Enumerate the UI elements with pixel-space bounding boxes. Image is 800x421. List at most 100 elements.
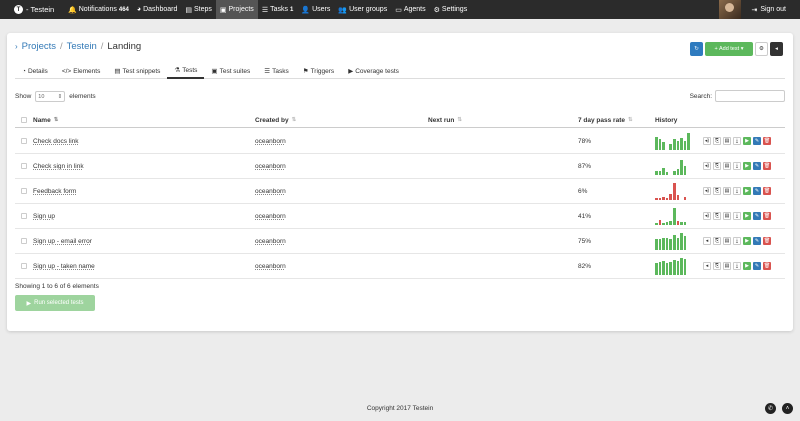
settings-button[interactable]: ⚙	[755, 42, 768, 56]
sign-out-button[interactable]: ⇥ Sign out	[741, 6, 800, 14]
add-test-button[interactable]: + Add test ▾	[705, 42, 753, 56]
test-name-link[interactable]: Check sign in link	[33, 163, 84, 170]
run-test-button[interactable]: ▶	[743, 262, 751, 270]
delete-button[interactable]: 🗑	[763, 237, 771, 245]
breadcrumb-projects[interactable]: Projects	[22, 41, 56, 52]
test-name-link[interactable]: Feedback form	[33, 188, 76, 195]
delete-button[interactable]: 🗑	[763, 162, 771, 170]
clipboard-button[interactable]: ▤	[723, 137, 731, 145]
download-button[interactable]: ⤓	[733, 262, 741, 270]
breadcrumb-project[interactable]: Testein	[67, 41, 97, 52]
delete-button[interactable]: 🗑	[763, 187, 771, 195]
test-name-link[interactable]: Sign up	[33, 213, 55, 220]
tab-triggers[interactable]: ⚑ Triggers	[296, 63, 341, 79]
download-button[interactable]: ⤓	[733, 187, 741, 195]
run-test-button[interactable]: ▶	[743, 137, 751, 145]
search-input[interactable]	[715, 90, 785, 102]
chat-bubble-icon[interactable]: ✆	[765, 403, 776, 414]
avatar[interactable]	[719, 0, 742, 19]
column-pass-rate[interactable]: 7 day pass rate ⇅	[578, 113, 633, 127]
tab-coverage-tests[interactable]: ▶ Coverage tests	[341, 63, 406, 79]
nav-item-tasks[interactable]: ☰ Tasks 1	[258, 0, 298, 19]
column-next-run[interactable]: Next run ⇅	[428, 113, 462, 127]
nav-item-steps[interactable]: ▤ Steps	[181, 0, 216, 19]
row-checkbox[interactable]	[21, 213, 27, 219]
edit-button[interactable]: ✎	[753, 187, 761, 195]
edit-button[interactable]: ✎	[753, 237, 761, 245]
row-checkbox[interactable]	[21, 138, 27, 144]
delete-button[interactable]: 🗑	[763, 212, 771, 220]
brand[interactable]: T - Testein	[0, 5, 64, 14]
nav-item-settings[interactable]: ⚙ Settings	[430, 0, 472, 19]
page-size-select[interactable]: 10 ⇕	[35, 91, 66, 102]
created-by-link[interactable]: oceanborn	[255, 188, 286, 195]
tab-elements[interactable]: </> Elements	[55, 63, 108, 79]
run-test-button[interactable]: ▶	[743, 237, 751, 245]
nav-item-agents[interactable]: ▭ Agents	[391, 0, 429, 19]
copy-button[interactable]: ⎘	[713, 262, 721, 270]
copy-button[interactable]: ⎘	[713, 212, 721, 220]
test-name-link[interactable]: Sign up - taken name	[33, 263, 95, 270]
delete-button[interactable]: 🗑	[763, 137, 771, 145]
created-by-link[interactable]: oceanborn	[255, 238, 286, 245]
nav-item-dashboard[interactable]: ◕ Dashboard	[133, 0, 181, 19]
clipboard-button[interactable]: ▤	[723, 237, 731, 245]
tab-details[interactable]: ◔ Details	[15, 63, 55, 79]
row-checkbox[interactable]	[21, 238, 27, 244]
clipboard-button[interactable]: ▤	[723, 262, 731, 270]
created-by-link[interactable]: oceanborn	[255, 138, 286, 145]
nav-item-projects[interactable]: ▣ Projects	[215, 0, 258, 19]
run-test-button[interactable]: ▶	[743, 187, 751, 195]
collapse-button[interactable]: ◂	[770, 42, 783, 56]
sound-button[interactable]: ◂)	[703, 212, 711, 220]
edit-button[interactable]: ✎	[753, 162, 761, 170]
edit-button[interactable]: ✎	[753, 212, 761, 220]
sound-button[interactable]: ◂	[703, 237, 711, 245]
tab-test-suites[interactable]: ▣ Test suites	[204, 63, 257, 79]
column-name-label: Name	[33, 116, 51, 124]
test-name-link[interactable]: Sign up - email error	[33, 238, 92, 245]
delete-button[interactable]: 🗑	[763, 262, 771, 270]
nav-item-notifications[interactable]: 🔔 Notifications 464	[64, 0, 133, 19]
download-button[interactable]: ⤓	[733, 137, 741, 145]
sound-button[interactable]: ◂)	[703, 162, 711, 170]
column-created-by[interactable]: Created by ⇅	[255, 113, 296, 127]
scroll-top-icon[interactable]: ˄	[782, 403, 793, 414]
row-checkbox[interactable]	[21, 163, 27, 169]
copy-button[interactable]: ⎘	[713, 162, 721, 170]
download-button[interactable]: ⤓	[733, 162, 741, 170]
run-selected-tests-button[interactable]: ▶ Run selected tests	[15, 295, 95, 311]
test-name-link[interactable]: Check docs link	[33, 138, 79, 145]
refresh-button[interactable]: ↻	[690, 42, 703, 56]
created-by-link[interactable]: oceanborn	[255, 213, 286, 220]
edit-button[interactable]: ✎	[753, 262, 761, 270]
created-by-link[interactable]: oceanborn	[255, 163, 286, 170]
copy-button[interactable]: ⎘	[713, 237, 721, 245]
download-button[interactable]: ⤓	[733, 237, 741, 245]
created-by-link[interactable]: oceanborn	[255, 263, 286, 270]
clipboard-button[interactable]: ▤	[723, 212, 731, 220]
run-test-button[interactable]: ▶	[743, 212, 751, 220]
download-button[interactable]: ⤓	[733, 212, 741, 220]
row-checkbox[interactable]	[21, 263, 27, 269]
tab-tasks[interactable]: ☰ Tasks	[257, 63, 295, 79]
tab-test-snippets[interactable]: ▤ Test snippets	[107, 63, 167, 79]
edit-button[interactable]: ✎	[753, 137, 761, 145]
sound-button[interactable]: ◂	[703, 262, 711, 270]
row-checkbox[interactable]	[21, 188, 27, 194]
copy-button[interactable]: ⎘	[713, 137, 721, 145]
nav-item-users[interactable]: 👤 Users	[297, 0, 334, 19]
copy-button[interactable]: ⎘	[713, 187, 721, 195]
edit-icon: ✎	[754, 238, 760, 244]
sound-button[interactable]: ◂)	[703, 137, 711, 145]
nav-item-user-groups[interactable]: 👥 User groups	[334, 0, 391, 19]
select-all-checkbox[interactable]	[21, 117, 27, 123]
sound-button[interactable]: ◂)	[703, 187, 711, 195]
clipboard-button[interactable]: ▤	[723, 162, 731, 170]
clipboard-button[interactable]: ▤	[723, 187, 731, 195]
run-test-button[interactable]: ▶	[743, 162, 751, 170]
column-name[interactable]: Name ⇅	[33, 113, 58, 127]
history-bar	[683, 166, 687, 175]
nav-item-label: User groups	[349, 6, 388, 13]
tab-tests[interactable]: ⚗ Tests	[167, 63, 205, 79]
